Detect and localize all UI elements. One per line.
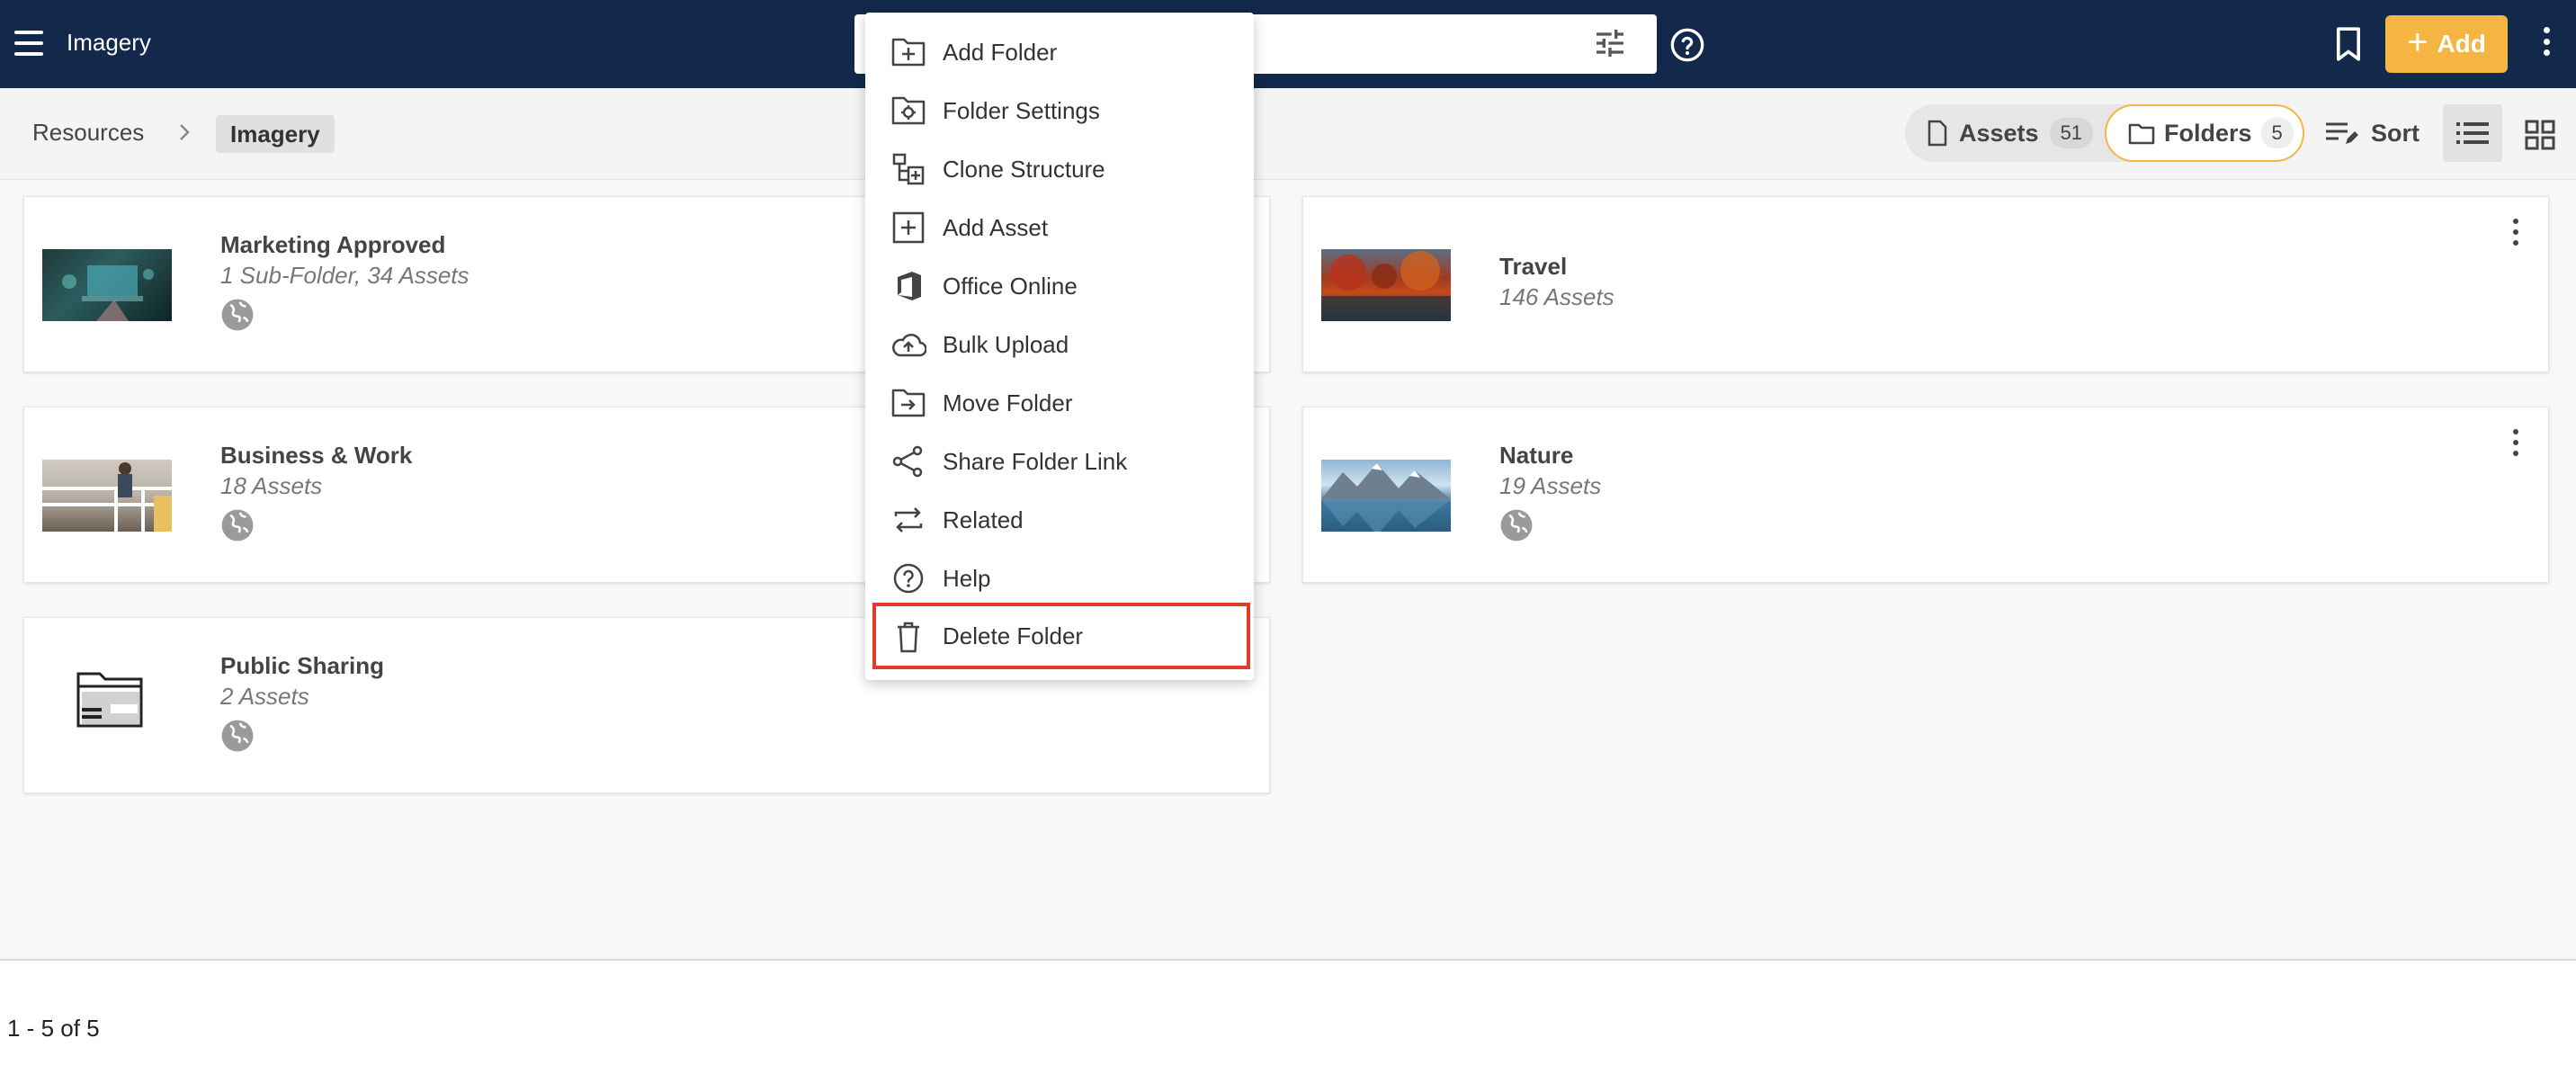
menu-item-label: Bulk Upload [943,330,1069,358]
menu-item-label: Help [943,564,991,592]
filter-tune-icon[interactable] [1592,25,1628,61]
folder-meta: 19 Assets [1499,472,1602,499]
grid-view-button[interactable] [2518,113,2562,157]
menu-item-bulk-upload[interactable]: Bulk Upload [865,316,1254,373]
chevron-right-icon [180,124,190,140]
folder-name: Business & Work [220,442,413,469]
sort-label: Sort [2371,119,2419,147]
file-icon [1928,120,1947,147]
pagination-range: 1 - 5 of 5 [7,1015,100,1042]
folder-actions-menu: Add Folder Folder Settings Clone Structu… [865,13,1254,680]
clone-structure-icon [892,153,925,185]
top-app-bar: Imagery + Add [0,0,2576,88]
folder-thumbnail [42,460,172,532]
menu-item-office-online[interactable]: Office Online [865,257,1254,315]
folder-meta: 2 Assets [220,683,309,710]
help-icon [893,563,924,594]
menu-item-clone-structure[interactable]: Clone Structure [865,140,1254,198]
menu-item-label: Move Folder [943,389,1073,416]
menu-icon[interactable] [13,27,45,59]
folder-name: Marketing Approved [220,231,446,258]
breadcrumb-current: Imagery [216,115,335,153]
menu-item-label: Delete Folder [943,622,1084,649]
folder-thumbnail [1321,249,1451,321]
globe-icon [221,720,254,752]
folder-name: Nature [1499,442,1574,469]
menu-item-label: Related [943,506,1024,533]
assets-toggle[interactable]: Assets 51 [1905,104,2105,162]
menu-item-label: Share Folder Link [943,447,1128,475]
office-icon [898,272,921,300]
folder-move-icon [891,389,926,417]
add-button[interactable]: + Add [2385,15,2508,73]
pagination-bar [0,959,2576,1074]
add-button-label: Add [2437,30,2486,58]
breadcrumb-resources[interactable]: Resources [32,119,144,147]
folder-share-icon [76,672,143,728]
folder-card[interactable]: Travel 146 Assets [1302,196,2549,372]
menu-item-label: Office Online [943,272,1078,300]
bookmark-icon[interactable] [2333,25,2364,63]
folders-toggle-label: Folders [2164,119,2252,147]
folder-card[interactable]: Nature 19 Assets [1302,407,2549,583]
menu-item-label: Add Folder [943,38,1058,66]
menu-item-label: Clone Structure [943,155,1105,183]
folders-toggle[interactable]: Folders 5 [2105,104,2304,162]
menu-item-delete-folder[interactable]: Delete Folder [872,603,1250,669]
folder-name: Public Sharing [220,652,385,679]
toolbar: Resources Imagery Assets 51 Folders 5 So… [0,88,2576,180]
add-box-icon [892,211,925,244]
menu-item-related[interactable]: Related [865,491,1254,549]
menu-item-label: Folder Settings [943,96,1100,124]
cloud-upload-icon [892,334,926,357]
related-arrows-icon [894,507,923,533]
folder-meta: 1 Sub-Folder, 34 Assets [220,262,470,289]
folder-thumbnail [42,249,172,321]
assets-count-badge: 51 [2049,118,2094,148]
folder-settings-icon [891,96,926,125]
folder-meta: 18 Assets [220,472,323,499]
menu-item-folder-settings[interactable]: Folder Settings [865,82,1254,139]
globe-icon [1500,509,1533,541]
card-more-icon[interactable] [2507,219,2525,251]
sort-edit-icon [2326,122,2358,144]
menu-item-add-folder[interactable]: Add Folder [865,23,1254,81]
menu-item-move-folder[interactable]: Move Folder [865,374,1254,432]
list-icon [2456,122,2489,144]
app-title: Imagery [67,29,151,56]
share-icon [892,445,923,478]
card-more-icon[interactable] [2507,429,2525,461]
globe-icon [221,299,254,331]
menu-item-share-folder-link[interactable]: Share Folder Link [865,433,1254,490]
more-options-icon[interactable] [2533,27,2560,63]
sort-button[interactable]: Sort [2324,113,2419,153]
help-icon[interactable] [1669,27,1705,63]
menu-item-help[interactable]: Help [865,550,1254,607]
assets-toggle-label: Assets [1959,119,2039,147]
folder-icon [2128,123,2155,145]
grid-icon [2525,120,2555,150]
list-view-button[interactable] [2443,104,2502,162]
folder-thumbnail [1321,460,1451,532]
menu-item-add-asset[interactable]: Add Asset [865,199,1254,256]
trash-icon [898,622,919,653]
globe-icon [221,509,254,541]
folder-plus-icon [891,38,926,67]
folder-meta: 146 Assets [1499,283,1614,310]
plus-icon: + [2407,22,2428,62]
folder-name: Travel [1499,253,1568,280]
view-type-toggle: Assets 51 Folders 5 [1905,104,2304,162]
menu-item-label: Add Asset [943,213,1049,241]
folders-count-badge: 5 [2260,118,2294,148]
